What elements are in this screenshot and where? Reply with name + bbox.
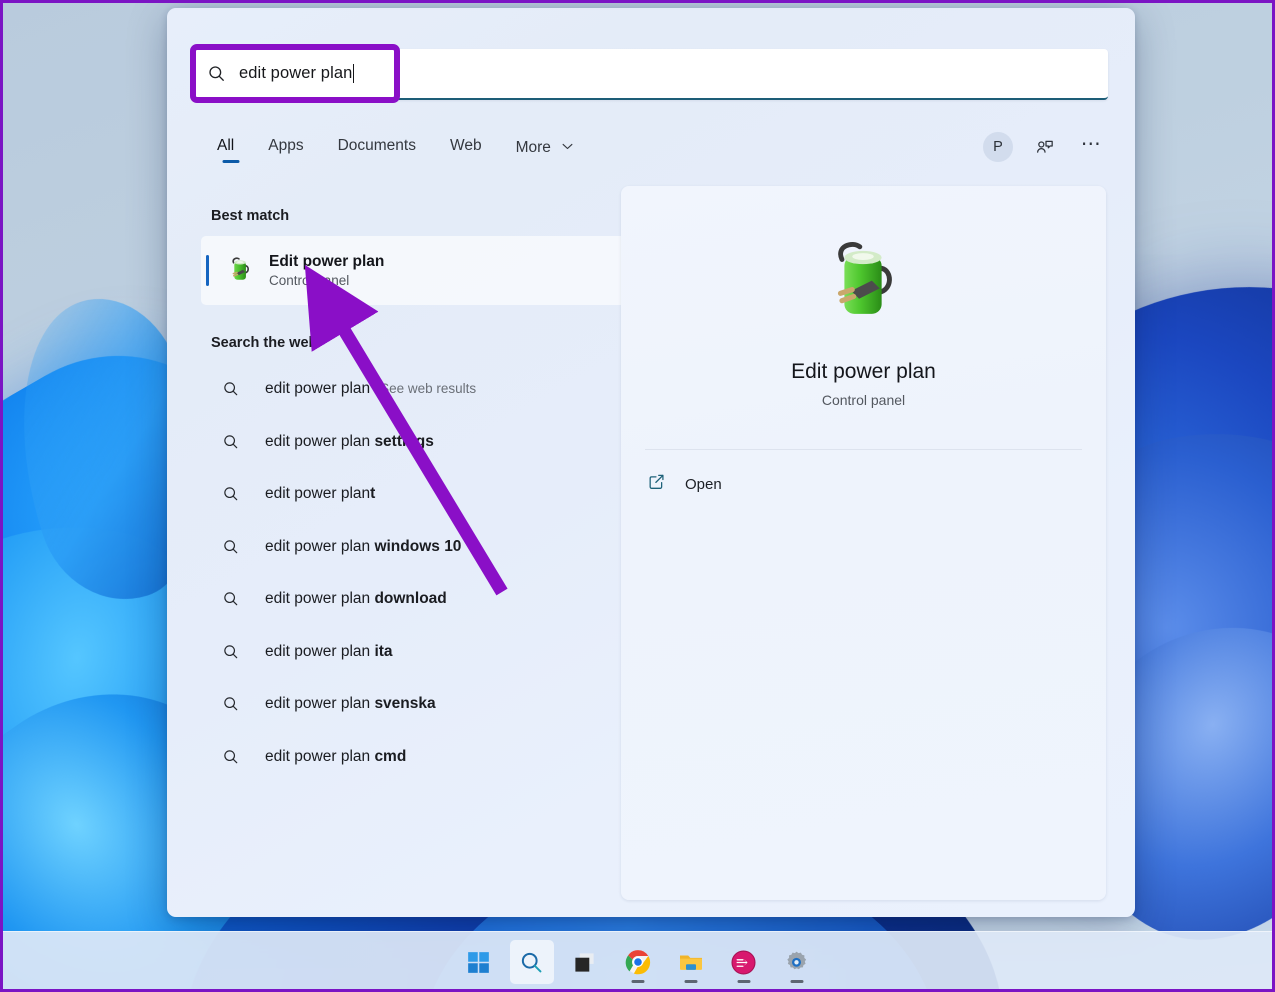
- web-suggestion-hint: See web results: [380, 381, 477, 397]
- search-input-value: edit power plan: [239, 64, 353, 82]
- best-match-subtitle: Control panel: [269, 273, 350, 288]
- search-icon: [222, 590, 265, 608]
- tab-documents[interactable]: Documents: [321, 134, 433, 167]
- preview-subtitle: Control panel: [821, 392, 906, 408]
- preview-title: Edit power plan: [791, 360, 936, 383]
- chrome-icon: [625, 950, 650, 975]
- search-icon: [222, 485, 265, 503]
- tab-apps[interactable]: Apps: [251, 134, 320, 167]
- search-icon: [222, 433, 265, 451]
- taskbar-running-indicator: [737, 980, 750, 983]
- taskbar-pink-app-button[interactable]: [722, 940, 766, 984]
- taskbar-running-indicator: [790, 980, 803, 983]
- avatar-initial: P: [993, 139, 1003, 155]
- taskbar-chrome-button[interactable]: [616, 940, 660, 984]
- search-header-actions: P ⋯: [983, 132, 1107, 162]
- taskbar-file-explorer-button[interactable]: [669, 940, 713, 984]
- windows-logo-icon: [468, 951, 489, 973]
- search-icon: [222, 380, 265, 398]
- search-row: edit power plan: [193, 49, 1108, 100]
- preview-open-action[interactable]: Open: [647, 472, 1106, 496]
- search-icon: [222, 695, 265, 713]
- folder-icon: [679, 955, 702, 970]
- chevron-down-icon: [562, 137, 573, 155]
- task-view-icon: [575, 952, 594, 972]
- tab-all-label: All: [217, 137, 235, 154]
- search-filter-tabs: All Apps Documents Web More: [211, 134, 590, 169]
- open-external-icon: [647, 472, 666, 496]
- tab-web-label: Web: [449, 137, 482, 154]
- power-plan-icon: [225, 255, 269, 286]
- taskbar-task-view-button[interactable]: [563, 940, 607, 984]
- selection-indicator: [206, 255, 209, 286]
- text-caret: [353, 64, 355, 83]
- pink-arrow-app-icon: [731, 949, 756, 975]
- tab-active-indicator: [222, 160, 240, 163]
- taskbar-running-indicator: [631, 980, 644, 983]
- gear-icon: [787, 951, 807, 969]
- preview-card: Edit power plan Control panel Open: [621, 186, 1106, 900]
- search-icon: [193, 64, 239, 83]
- desktop: edit power plan All Apps Documents Web M…: [0, 0, 1275, 992]
- tab-more[interactable]: More: [499, 134, 591, 169]
- person-chat-icon[interactable]: [1030, 132, 1060, 162]
- tab-web[interactable]: Web: [433, 134, 499, 167]
- tab-more-label: More: [515, 139, 551, 156]
- preview-open-label: Open: [685, 475, 722, 493]
- tab-documents-label: Documents: [337, 137, 416, 154]
- preview-divider: [645, 449, 1082, 450]
- power-plan-icon: [812, 232, 916, 336]
- search-icon: [521, 952, 542, 972]
- search-icon: [222, 748, 265, 766]
- taskbar-start-button[interactable]: [457, 940, 501, 984]
- windows-search-flyout: edit power plan All Apps Documents Web M…: [167, 8, 1135, 917]
- best-match-text: Edit power plan Control panel: [269, 253, 384, 288]
- avatar[interactable]: P: [983, 132, 1013, 162]
- tab-apps-label: Apps: [268, 137, 304, 154]
- taskbar-search-button[interactable]: [509, 940, 554, 984]
- taskbar-settings-button[interactable]: [775, 940, 819, 984]
- search-input[interactable]: edit power plan: [193, 49, 1108, 100]
- best-match-title: Edit power plan: [269, 253, 385, 270]
- tab-all[interactable]: All: [211, 134, 251, 167]
- taskbar-running-indicator: [684, 980, 697, 983]
- search-icon: [222, 643, 265, 661]
- search-icon: [222, 538, 265, 556]
- taskbar: [0, 931, 1275, 992]
- ellipsis-icon[interactable]: ⋯: [1077, 132, 1107, 162]
